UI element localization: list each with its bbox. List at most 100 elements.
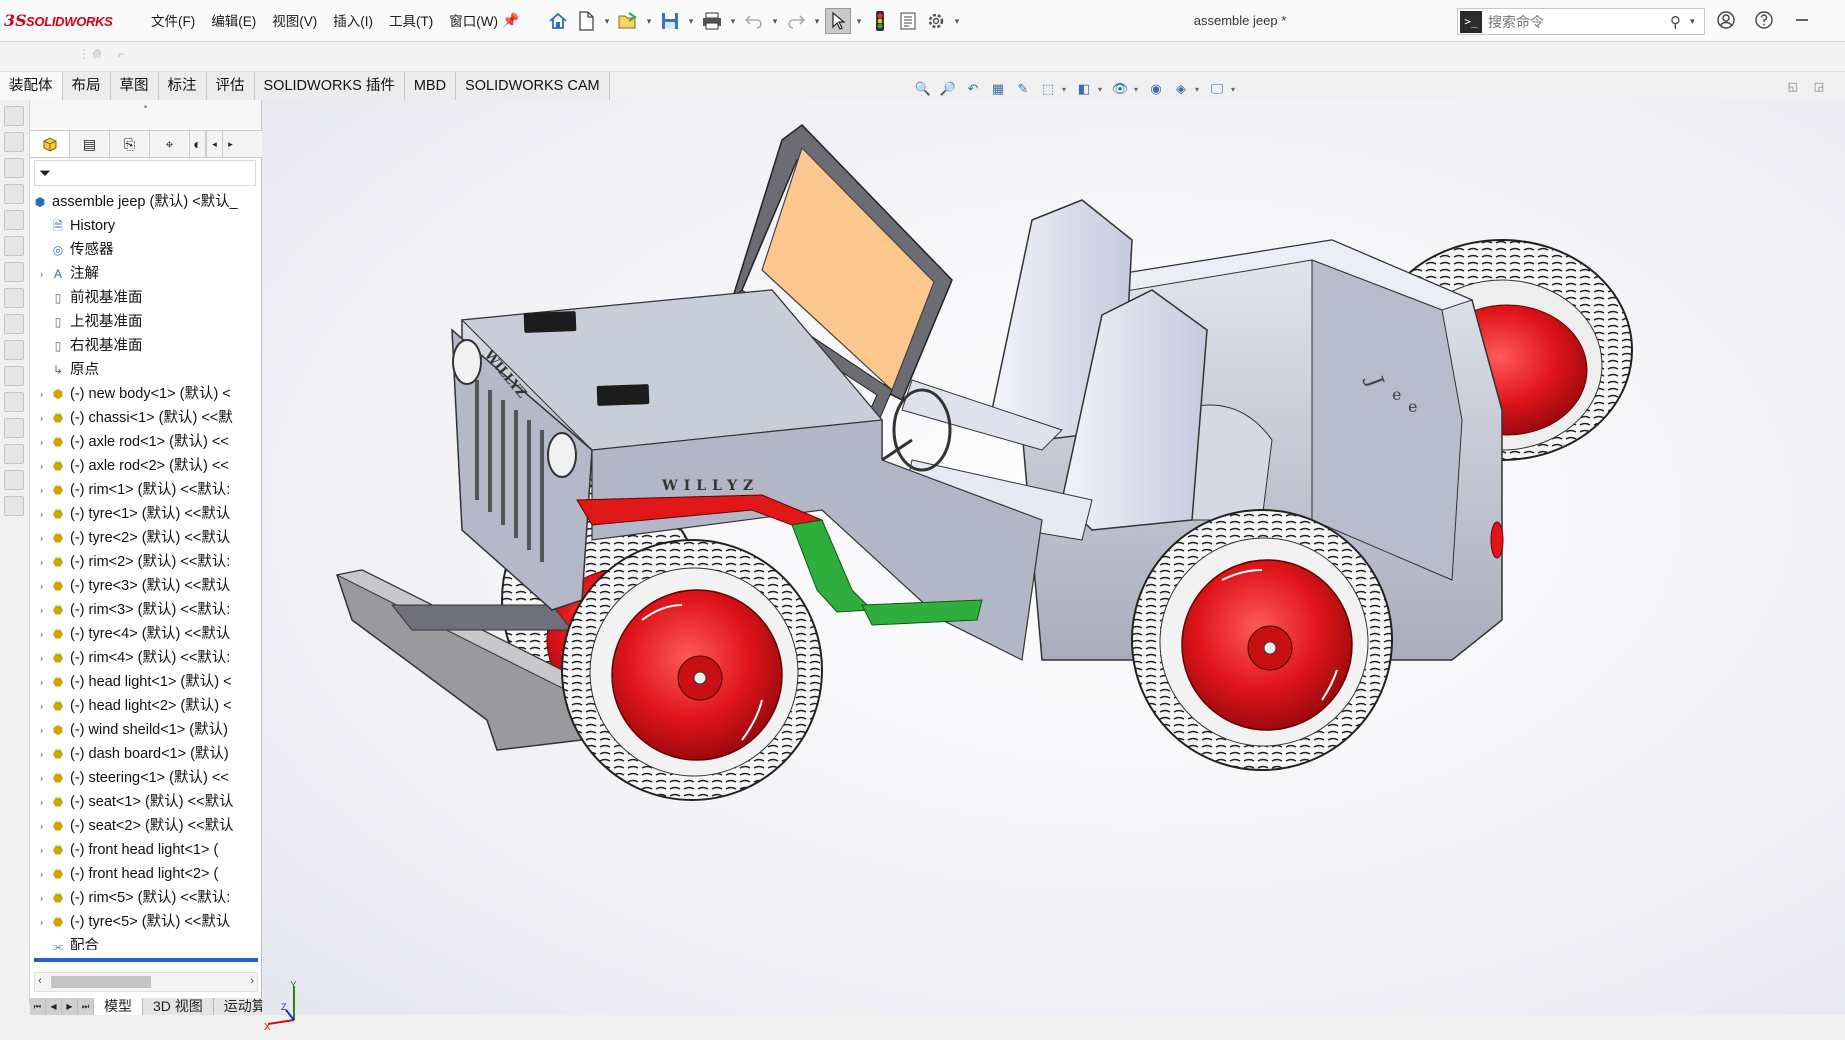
strip-tool-icon[interactable] <box>4 158 24 178</box>
jeep-model[interactable]: J e e WILLYZ WILLYZ <box>262 100 1845 998</box>
menu-window[interactable]: 窗口(W) <box>441 12 506 32</box>
expand-chevron-icon[interactable]: › <box>40 742 50 766</box>
tree-item[interactable]: › ⬣ (-) rim<2> (默认) <<默认: <box>30 550 262 574</box>
tree-item[interactable]: › ⬣ (-) head light<1> (默认) < <box>30 670 262 694</box>
expand-chevron-icon[interactable]: › <box>40 382 50 406</box>
tree-item[interactable]: ▯ 上视基准面 <box>30 310 262 334</box>
expand-chevron-icon[interactable]: › <box>40 550 50 574</box>
open-icon[interactable] <box>615 8 641 34</box>
select-caret-icon[interactable]: ▾ <box>853 8 865 34</box>
strip-tool-icon[interactable] <box>4 132 24 152</box>
sketch-tool-icon[interactable]: ⟰ <box>92 47 114 67</box>
tab-prev-icon[interactable]: ◀ <box>46 998 62 1015</box>
tab-addins[interactable]: SOLIDWORKS 插件 <box>254 72 405 100</box>
strip-tool-icon[interactable] <box>4 392 24 412</box>
expand-chevron-icon[interactable]: › <box>40 718 50 742</box>
tree-item[interactable]: › ⬣ (-) axle rod<2> (默认) << <box>30 454 262 478</box>
tree-item[interactable]: › ⬢ (-) new body<1> (默认) < <box>30 382 262 406</box>
tree-filter[interactable]: ⏷ <box>34 160 256 186</box>
strip-tool-icon[interactable] <box>4 496 24 516</box>
home-icon[interactable] <box>545 8 571 34</box>
expand-chevron-icon[interactable]: › <box>40 406 50 430</box>
tree-item[interactable]: ◎ 传感器 <box>30 238 262 262</box>
pin-menu-icon[interactable]: 📌 <box>502 12 519 28</box>
expand-chevron-icon[interactable]: › <box>40 598 50 622</box>
print-caret-icon[interactable]: ▾ <box>727 8 739 34</box>
search-input[interactable] <box>1482 13 1670 30</box>
expand-chevron-icon[interactable]: › <box>40 502 50 526</box>
undo-icon[interactable] <box>741 8 767 34</box>
print-icon[interactable] <box>699 8 725 34</box>
expand-chevron-icon[interactable]: › <box>40 646 50 670</box>
step-tool-icon[interactable]: ⌐ <box>118 47 140 67</box>
tab-markup[interactable]: 标注 <box>158 72 207 100</box>
tab-layout[interactable]: 布局 <box>62 72 111 100</box>
strip-tool-icon[interactable] <box>4 236 24 256</box>
strip-tool-icon[interactable] <box>4 470 24 490</box>
tab-3d-view[interactable]: 3D 视图 <box>143 998 214 1015</box>
scroll-left-icon[interactable]: ‹ <box>38 975 42 987</box>
tree-item[interactable]: › ⬣ (-) tyre<1> (默认) <<默认 <box>30 502 262 526</box>
strip-tool-icon[interactable] <box>4 366 24 386</box>
menu-view[interactable]: 视图(V) <box>264 12 325 32</box>
help-icon[interactable] <box>1752 8 1776 32</box>
hide-show-caret-icon[interactable]: ▾ <box>1134 85 1142 94</box>
tree-item[interactable]: › ⬣ (-) tyre<5> (默认) <<默认 <box>30 910 262 934</box>
strip-tool-icon[interactable] <box>4 210 24 230</box>
tab-model[interactable]: 模型 <box>94 998 143 1015</box>
expand-chevron-icon[interactable]: › <box>40 430 50 454</box>
tree-item[interactable]: › ⬣ (-) axle rod<1> (默认) << <box>30 430 262 454</box>
filter-icon[interactable]: ⏷ <box>39 165 51 182</box>
menu-edit[interactable]: 编辑(E) <box>203 12 264 32</box>
redo-caret-icon[interactable]: ▾ <box>811 8 823 34</box>
tab-cam[interactable]: SOLIDWORKS CAM <box>456 72 610 100</box>
property-manager-tab-icon[interactable]: ▤ <box>70 131 110 157</box>
tab-last-icon[interactable]: ⏭ <box>78 998 94 1015</box>
edit-appearance-icon[interactable]: ◉ <box>1145 78 1167 100</box>
tree-item[interactable]: › ⬣ (-) dash board<1> (默认) <box>30 742 262 766</box>
menu-tools[interactable]: 工具(T) <box>381 12 441 32</box>
expand-chevron-icon[interactable]: › <box>40 262 50 286</box>
configuration-manager-tab-icon[interactable]: ⎘ <box>110 131 150 157</box>
options-caret-icon[interactable]: ▾ <box>951 8 963 34</box>
front-right-wheel[interactable] <box>561 539 823 801</box>
tree-item[interactable]: › ⬣ (-) steering<1> (默认) << <box>30 766 262 790</box>
undo-caret-icon[interactable]: ▾ <box>769 8 781 34</box>
tail-light[interactable] <box>1490 521 1504 559</box>
expand-chevron-icon[interactable]: › <box>40 454 50 478</box>
tree-item[interactable]: › ⬣ (-) rim<1> (默认) <<默认: <box>30 478 262 502</box>
expand-chevron-icon[interactable]: › <box>40 574 50 598</box>
strip-tool-icon[interactable] <box>4 184 24 204</box>
tab-assembly[interactable]: 装配体 <box>0 72 63 100</box>
scroll-right-icon[interactable]: › <box>250 975 254 987</box>
restore-pane-icon[interactable]: ◱ <box>1785 80 1801 96</box>
display-style-caret-icon[interactable]: ▾ <box>1098 85 1106 94</box>
zoom-area-icon[interactable]: 🔎 <box>937 78 959 100</box>
menu-insert[interactable]: 插入(I) <box>325 12 381 32</box>
tab-evaluate[interactable]: 评估 <box>206 72 255 100</box>
tab-first-icon[interactable]: ⏮ <box>30 998 46 1015</box>
expand-chevron-icon[interactable]: › <box>40 766 50 790</box>
tree-item[interactable]: › ⬣ (-) rim<3> (默认) <<默认: <box>30 598 262 622</box>
tree-item[interactable]: › ⬣ (-) rim<4> (默认) <<默认: <box>30 646 262 670</box>
tab-mbd[interactable]: MBD <box>404 72 457 100</box>
select-icon[interactable] <box>825 8 851 34</box>
hide-show-icon[interactable]: 👁 <box>1109 78 1131 100</box>
search-icon[interactable]: ⚲ <box>1670 13 1690 31</box>
tab-next-icon[interactable]: ▶ <box>62 998 78 1015</box>
maximize-pane-icon[interactable]: ◲ <box>1811 80 1827 96</box>
tree-item[interactable]: ▯ 右视基准面 <box>30 334 262 358</box>
strip-tool-icon[interactable] <box>4 106 24 126</box>
new-icon[interactable] <box>573 8 599 34</box>
expand-chevron-icon[interactable]: › <box>40 478 50 502</box>
expand-chevron-icon[interactable]: › <box>40 862 50 886</box>
view-settings-caret-icon[interactable]: ▾ <box>1231 85 1239 94</box>
expand-chevron-icon[interactable]: › <box>40 622 50 646</box>
tree-item[interactable]: › A 注解 <box>30 262 262 286</box>
section-view-icon[interactable]: ▦ <box>987 78 1009 100</box>
search-caret-icon[interactable]: ▾ <box>1690 16 1704 27</box>
save-icon[interactable] <box>657 8 683 34</box>
tree-item[interactable]: ⫘ 配合 <box>30 934 262 950</box>
minimize-icon[interactable] <box>1790 8 1814 32</box>
tree-item[interactable]: › ⬣ (-) head light<2> (默认) < <box>30 694 262 718</box>
